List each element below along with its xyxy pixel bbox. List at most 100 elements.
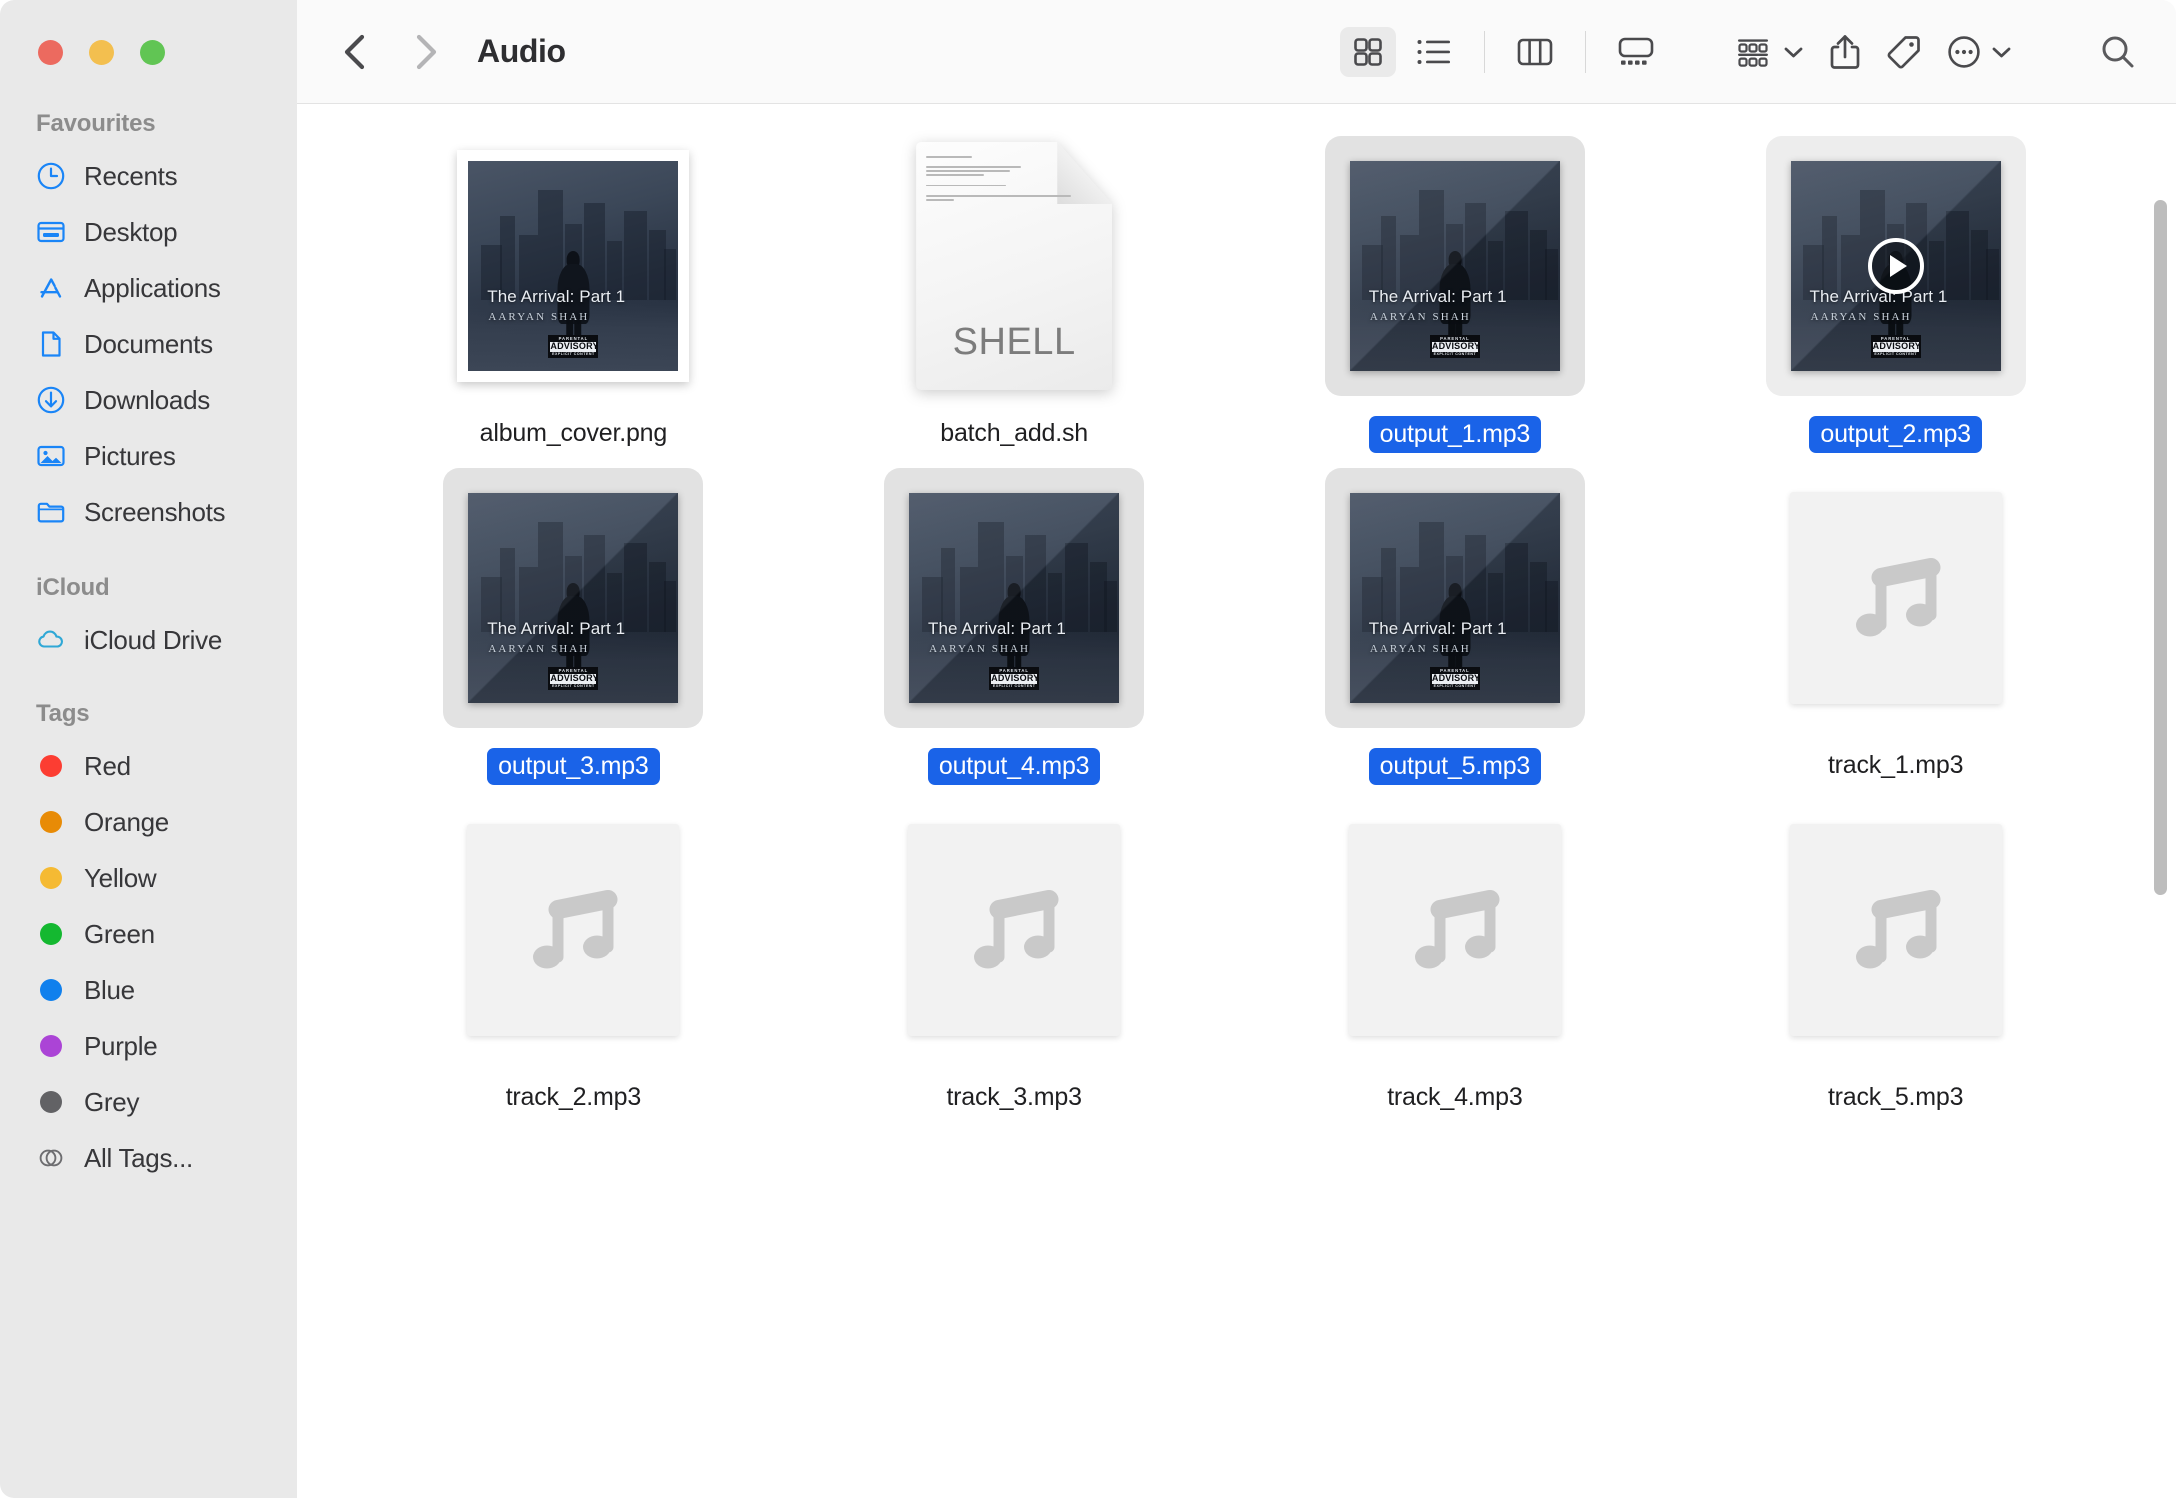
file-name-label[interactable]: track_3.mp3 bbox=[936, 1080, 1091, 1115]
sidebar-item-purple[interactable]: Purple bbox=[0, 1018, 297, 1074]
file-item[interactable]: track_3.mp3 bbox=[794, 794, 1235, 1126]
maximize-button[interactable] bbox=[140, 39, 165, 65]
album-title: The Arrival: Part 1 bbox=[1809, 286, 1948, 306]
advisory-top-text: PARENTAL bbox=[1880, 335, 1911, 341]
file-item[interactable]: track_1.mp3 bbox=[1675, 462, 2116, 794]
file-item[interactable]: The Arrival: Part 1 AARYAN SHAH PARENTAL… bbox=[1235, 130, 1676, 462]
desktop-icon bbox=[36, 217, 66, 247]
file-thumbnail[interactable] bbox=[1766, 468, 2026, 728]
pictures-icon bbox=[36, 441, 66, 471]
list-view-button[interactable] bbox=[1406, 27, 1462, 77]
sidebar-item-screenshots[interactable]: Screenshots bbox=[0, 484, 297, 540]
sidebar-item-yellow[interactable]: Yellow bbox=[0, 850, 297, 906]
sidebar-item-grey[interactable]: Grey bbox=[0, 1074, 297, 1130]
skyline-building bbox=[663, 249, 677, 300]
file-name-label[interactable]: track_1.mp3 bbox=[1818, 748, 1973, 783]
file-thumbnail[interactable]: The Arrival: Part 1 AARYAN SHAH PARENTAL… bbox=[1765, 136, 2026, 396]
sidebar-item-desktop[interactable]: Desktop bbox=[0, 204, 297, 260]
close-button[interactable] bbox=[38, 39, 63, 65]
sidebar-item-label: Grey bbox=[84, 1086, 140, 1117]
tag-dot-icon bbox=[36, 919, 66, 949]
advisory-bottom-text: EXPLICIT CONTENT bbox=[1874, 351, 1917, 356]
sidebar-item-label: Red bbox=[84, 750, 131, 781]
sidebar-item-downloads[interactable]: Downloads bbox=[0, 372, 297, 428]
file-item[interactable]: track_5.mp3 bbox=[1675, 794, 2116, 1126]
file-item[interactable]: The Arrival: Part 1 AARYAN SHAH PARENTAL… bbox=[1235, 462, 1676, 794]
cloud-icon bbox=[36, 625, 66, 655]
file-thumbnail[interactable]: The Arrival: Part 1 AARYAN SHAH PARENTAL… bbox=[1324, 136, 1585, 396]
file-item[interactable]: The Arrival: Part 1 AARYAN SHAH PARENTAL… bbox=[1675, 130, 2116, 462]
file-name-label[interactable]: album_cover.png bbox=[470, 416, 677, 451]
file-thumbnail[interactable]: SHELL bbox=[884, 136, 1144, 396]
file-name-label[interactable]: output_5.mp3 bbox=[1368, 748, 1542, 785]
file-name-label[interactable]: output_2.mp3 bbox=[1809, 416, 1982, 453]
file-item[interactable]: The Arrival: Part 1 AARYAN SHAH PARENTAL… bbox=[353, 462, 794, 794]
tag-color-dot bbox=[40, 979, 62, 1001]
file-grid-area[interactable]: The Arrival: Part 1 AARYAN SHAH PARENTAL… bbox=[297, 104, 2176, 1498]
icon-view-button[interactable] bbox=[1340, 26, 1396, 77]
advisory-bottom-text: EXPLICIT CONTENT bbox=[1433, 683, 1477, 688]
advisory-top-text: PARENTAL bbox=[558, 667, 589, 673]
sidebar-item-documents[interactable]: Documents bbox=[0, 316, 297, 372]
advisory-main-text: ADVISORY bbox=[550, 673, 599, 684]
file-item[interactable]: The Arrival: Part 1 AARYAN SHAH PARENTAL… bbox=[353, 130, 794, 462]
chevron-right-icon bbox=[416, 34, 437, 69]
minimize-button[interactable] bbox=[89, 39, 114, 65]
file-thumbnail[interactable] bbox=[884, 800, 1144, 1060]
sidebar-item-pictures[interactable]: Pictures bbox=[0, 428, 297, 484]
tags-button[interactable] bbox=[1876, 24, 1932, 80]
file-item[interactable]: SHELL batch_add.sh bbox=[794, 130, 1235, 462]
sidebar-item-icloud-drive[interactable]: iCloud Drive bbox=[0, 612, 297, 668]
sidebar-item-red[interactable]: Red bbox=[0, 738, 297, 794]
file-name-label[interactable]: output_4.mp3 bbox=[927, 748, 1101, 785]
file-item[interactable]: track_4.mp3 bbox=[1235, 794, 1676, 1126]
file-thumbnail[interactable] bbox=[1766, 800, 2026, 1060]
advisory-main-text: ADVISORY bbox=[550, 341, 599, 352]
sidebar-item-recents[interactable]: Recents bbox=[0, 148, 297, 204]
file-name-label[interactable]: batch_add.sh bbox=[930, 416, 1098, 451]
file-item[interactable]: The Arrival: Part 1 AARYAN SHAH PARENTAL… bbox=[794, 462, 1235, 794]
gallery-view-button[interactable] bbox=[1608, 27, 1664, 77]
sidebar-item-blue[interactable]: Blue bbox=[0, 962, 297, 1018]
parental-advisory-badge: PARENTAL ADVISORY EXPLICIT CONTENT bbox=[1429, 666, 1480, 691]
music-file-tile bbox=[1789, 824, 2002, 1036]
more-button[interactable] bbox=[1936, 24, 2022, 80]
album-artwork: The Arrival: Part 1 AARYAN SHAH PARENTAL… bbox=[1349, 493, 1560, 703]
parental-advisory-badge: PARENTAL ADVISORY EXPLICIT CONTENT bbox=[989, 666, 1039, 691]
file-name-label[interactable]: output_1.mp3 bbox=[1368, 416, 1542, 453]
album-artwork: The Arrival: Part 1 AARYAN SHAH PARENTAL… bbox=[1790, 161, 2001, 371]
sidebar-item-applications[interactable]: Applications bbox=[0, 260, 297, 316]
search-button[interactable] bbox=[2088, 24, 2148, 80]
share-button[interactable] bbox=[1818, 24, 1872, 80]
group-by-button[interactable] bbox=[1726, 24, 1814, 80]
back-button[interactable] bbox=[331, 29, 377, 75]
file-thumbnail[interactable]: The Arrival: Part 1 AARYAN SHAH PARENTAL… bbox=[884, 468, 1145, 728]
file-thumbnail[interactable]: The Arrival: Part 1 AARYAN SHAH PARENTAL… bbox=[443, 468, 704, 728]
music-file-tile bbox=[1789, 492, 2002, 704]
file-thumbnail[interactable]: The Arrival: Part 1 AARYAN SHAH PARENTAL… bbox=[1324, 468, 1585, 728]
main-area: Audio The Arrival: Part 1 AARYAN SHAH PA… bbox=[297, 0, 2176, 1498]
document-icon bbox=[36, 329, 66, 359]
group-icon bbox=[1738, 38, 1768, 67]
file-thumbnail[interactable]: The Arrival: Part 1 AARYAN SHAH PARENTAL… bbox=[443, 136, 703, 396]
album-artwork: The Arrival: Part 1 AARYAN SHAH PARENTAL… bbox=[468, 493, 679, 703]
sidebar-item-label: Green bbox=[84, 918, 155, 949]
file-item[interactable]: track_2.mp3 bbox=[353, 794, 794, 1126]
file-name-label[interactable]: track_2.mp3 bbox=[496, 1080, 651, 1115]
advisory-bottom-text: EXPLICIT CONTENT bbox=[992, 683, 1036, 688]
play-button-overlay[interactable] bbox=[1867, 238, 1924, 294]
file-name-label[interactable]: output_3.mp3 bbox=[487, 748, 660, 785]
sidebar-item-all-tags[interactable]: All Tags... bbox=[0, 1130, 297, 1186]
file-name-label[interactable]: track_5.mp3 bbox=[1818, 1080, 1973, 1115]
vertical-scrollbar[interactable] bbox=[2154, 200, 2167, 895]
column-view-button[interactable] bbox=[1507, 27, 1563, 77]
forward-button[interactable] bbox=[403, 29, 449, 75]
file-thumbnail[interactable] bbox=[1325, 800, 1585, 1060]
music-file-tile bbox=[467, 824, 680, 1036]
tag-dot-icon bbox=[36, 1031, 66, 1061]
file-thumbnail[interactable] bbox=[443, 800, 703, 1060]
sidebar-section-header-tags: Tags bbox=[36, 700, 90, 727]
sidebar-item-green[interactable]: Green bbox=[0, 906, 297, 962]
sidebar-item-orange[interactable]: Orange bbox=[0, 794, 297, 850]
file-name-label[interactable]: track_4.mp3 bbox=[1377, 1080, 1532, 1115]
